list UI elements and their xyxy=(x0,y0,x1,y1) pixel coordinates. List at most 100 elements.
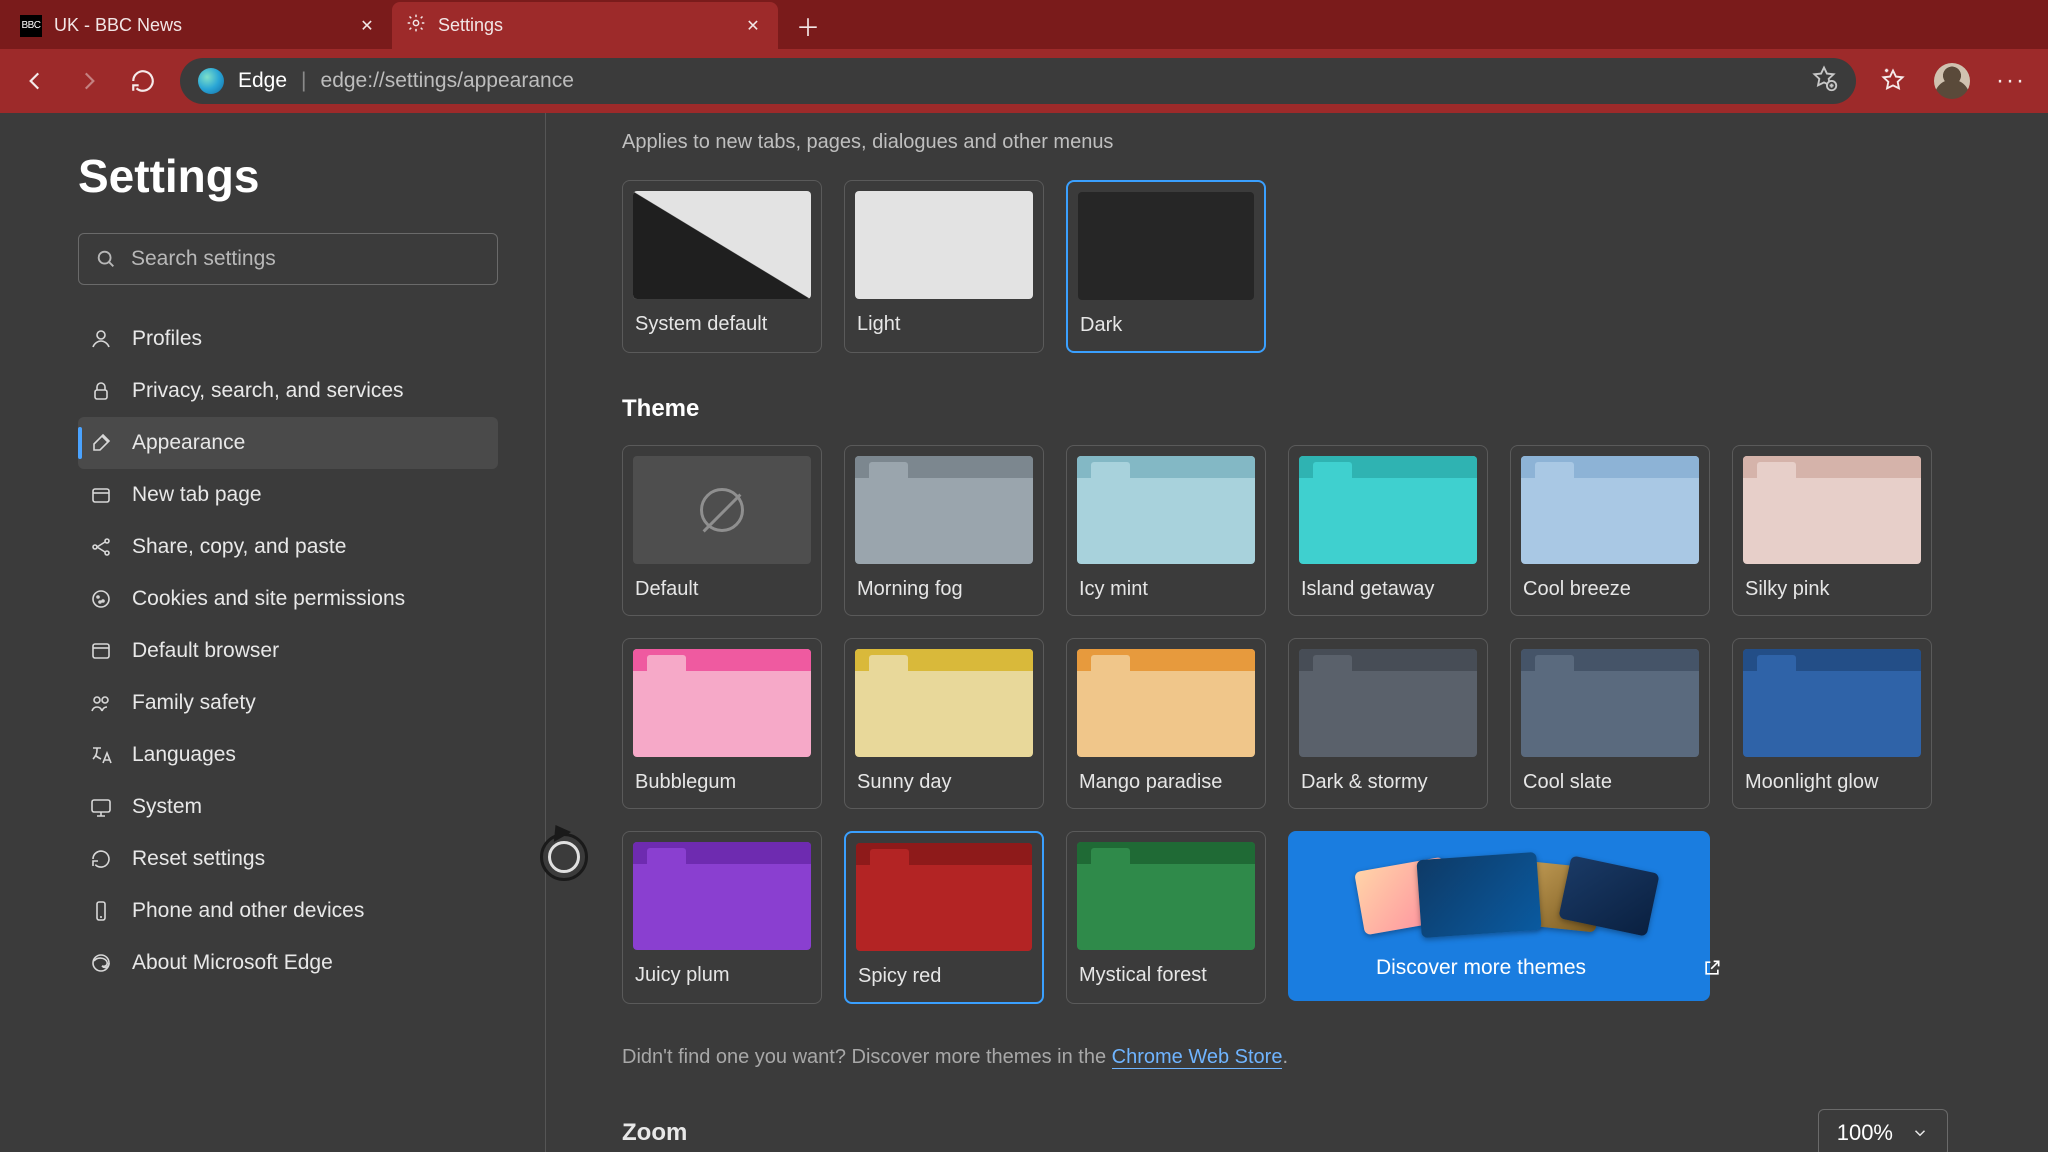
tab-bbc[interactable]: BBC UK - BBC News ✕ xyxy=(6,2,392,49)
sidebar-item-privacy-search-and-services[interactable]: Privacy, search, and services xyxy=(78,365,498,417)
theme-cool-breeze[interactable]: Cool breeze xyxy=(1510,445,1710,616)
close-icon[interactable]: ✕ xyxy=(742,15,764,37)
mode-hint: Applies to new tabs, pages, dialogues an… xyxy=(622,131,2008,154)
favorites-icon[interactable] xyxy=(1878,66,1908,96)
sidebar-item-label: System xyxy=(132,795,202,819)
theme-dark-stormy[interactable]: Dark & stormy xyxy=(1288,638,1488,809)
theme-label: Default xyxy=(633,578,811,601)
settings-main: Applies to new tabs, pages, dialogues an… xyxy=(546,113,2048,1152)
theme-default[interactable]: Default xyxy=(622,445,822,616)
edge-icon xyxy=(88,950,114,976)
theme-mango-paradise[interactable]: Mango paradise xyxy=(1066,638,1266,809)
theme-icy-mint[interactable]: Icy mint xyxy=(1066,445,1266,616)
back-button[interactable] xyxy=(12,58,58,104)
settings-nav: ProfilesPrivacy, search, and services App… xyxy=(78,313,498,989)
sidebar-item-share-copy-and-paste[interactable]: Share, copy, and paste xyxy=(78,521,498,573)
theme-label: Spicy red xyxy=(856,965,1032,988)
browser-icon xyxy=(88,638,114,664)
discover-more-themes[interactable]: Discover more themes xyxy=(1288,831,1710,1001)
theme-island-getaway[interactable]: Island getaway xyxy=(1288,445,1488,616)
discover-label: Discover more themes xyxy=(1376,956,1586,980)
sidebar-item-label: New tab page xyxy=(132,483,262,507)
theme-label: Juicy plum xyxy=(633,964,811,987)
share-icon xyxy=(88,534,114,560)
sidebar-item-label: About Microsoft Edge xyxy=(132,951,333,975)
mode-system-default[interactable]: System default xyxy=(622,180,822,353)
mode-label: Light xyxy=(855,313,1033,336)
sidebar-item-cookies-and-site-permissions[interactable]: Cookies and site permissions xyxy=(78,573,498,625)
theme-label: Moonlight glow xyxy=(1743,771,1921,794)
mode-label: Dark xyxy=(1078,314,1254,337)
theme-swatch xyxy=(1299,649,1477,757)
theme-morning-fog[interactable]: Morning fog xyxy=(844,445,1044,616)
sidebar-item-appearance[interactable]: Appearance xyxy=(78,417,498,469)
sidebar-item-family-safety[interactable]: Family safety xyxy=(78,677,498,729)
sidebar-item-languages[interactable]: Languages xyxy=(78,729,498,781)
toolbar: Edge | edge://settings/appearance ··· xyxy=(0,49,2048,113)
theme-swatch xyxy=(1077,649,1255,757)
sidebar-item-system[interactable]: System xyxy=(78,781,498,833)
bbc-favicon: BBC xyxy=(20,15,42,37)
sidebar-item-profiles[interactable]: Profiles xyxy=(78,313,498,365)
mode-label: System default xyxy=(633,313,811,336)
mode-dark[interactable]: Dark xyxy=(1066,180,1266,353)
theme-juicy-plum[interactable]: Juicy plum xyxy=(622,831,822,1004)
store-prefix: Didn't find one you want? Discover more … xyxy=(622,1046,1112,1068)
theme-spicy-red[interactable]: Spicy red xyxy=(844,831,1044,1004)
sidebar-item-reset-settings[interactable]: Reset settings xyxy=(78,833,498,885)
search-input[interactable]: Search settings xyxy=(78,233,498,285)
lock-icon xyxy=(88,378,114,404)
tab-icon xyxy=(88,482,114,508)
zoom-select[interactable]: 100% xyxy=(1818,1109,1948,1152)
theme-mystical-forest[interactable]: Mystical forest xyxy=(1066,831,1266,1004)
tab-strip: BBC UK - BBC News ✕ Settings ✕ ＋ xyxy=(0,0,2048,49)
zoom-value: 100% xyxy=(1837,1120,1893,1146)
brush-icon xyxy=(88,430,114,456)
theme-swatch xyxy=(1521,649,1699,757)
mode-swatch xyxy=(1078,192,1254,300)
system-icon xyxy=(88,794,114,820)
more-menu-icon[interactable]: ··· xyxy=(1996,66,2026,96)
chrome-web-store-link[interactable]: Chrome Web Store xyxy=(1112,1046,1283,1069)
sidebar-item-label: Appearance xyxy=(132,431,245,455)
sidebar-item-about-microsoft-edge[interactable]: About Microsoft Edge xyxy=(78,937,498,989)
external-link-icon xyxy=(1702,958,1722,978)
refresh-button[interactable] xyxy=(120,58,166,104)
theme-bubblegum[interactable]: Bubblegum xyxy=(622,638,822,809)
zoom-row: Zoom 100% xyxy=(622,1109,2008,1152)
theme-label: Mango paradise xyxy=(1077,771,1255,794)
sidebar-item-default-browser[interactable]: Default browser xyxy=(78,625,498,677)
profile-avatar[interactable] xyxy=(1934,63,1970,99)
sidebar-item-label: Reset settings xyxy=(132,847,265,871)
theme-cool-slate[interactable]: Cool slate xyxy=(1510,638,1710,809)
chevron-down-icon xyxy=(1911,1124,1929,1142)
address-bar[interactable]: Edge | edge://settings/appearance xyxy=(180,58,1856,104)
forward-button[interactable] xyxy=(66,58,112,104)
mode-light[interactable]: Light xyxy=(844,180,1044,353)
theme-label: Mystical forest xyxy=(1077,964,1255,987)
theme-label: Sunny day xyxy=(855,771,1033,794)
theme-row: Default Morning fog Icy mintIsland getaway… xyxy=(622,445,2008,1004)
mode-swatch xyxy=(855,191,1033,299)
theme-sunny-day[interactable]: Sunny day xyxy=(844,638,1044,809)
reset-icon xyxy=(88,846,114,872)
sidebar-item-phone-and-other-devices[interactable]: Phone and other devices xyxy=(78,885,498,937)
tab-title: UK - BBC News xyxy=(54,15,344,36)
theme-label: Silky pink xyxy=(1743,578,1921,601)
tab-settings[interactable]: Settings ✕ xyxy=(392,2,778,49)
sidebar-item-label: Family safety xyxy=(132,691,256,715)
theme-moonlight-glow[interactable]: Moonlight glow xyxy=(1732,638,1932,809)
theme-swatch xyxy=(1077,842,1255,950)
url-text: edge://settings/appearance xyxy=(321,69,1796,93)
add-favorite-icon[interactable] xyxy=(1810,64,1838,98)
theme-swatch xyxy=(855,456,1033,564)
theme-label: Morning fog xyxy=(855,578,1033,601)
theme-swatch xyxy=(1077,456,1255,564)
sidebar-item-new-tab-page[interactable]: New tab page xyxy=(78,469,498,521)
store-suffix: . xyxy=(1282,1046,1288,1068)
new-tab-button[interactable]: ＋ xyxy=(788,5,828,45)
theme-label: Bubblegum xyxy=(633,771,811,794)
theme-silky-pink[interactable]: Silky pink xyxy=(1732,445,1932,616)
close-icon[interactable]: ✕ xyxy=(356,15,378,37)
theme-swatch xyxy=(633,649,811,757)
